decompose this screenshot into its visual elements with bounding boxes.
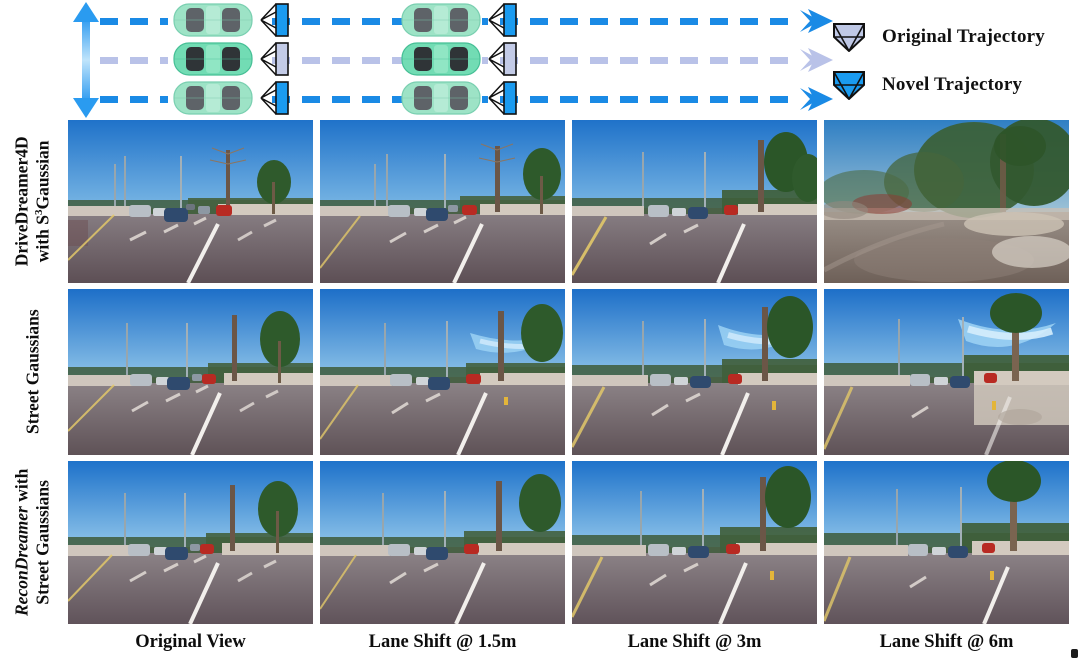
trajectory-dash-segment bbox=[100, 96, 168, 103]
trajectory-dash-segment bbox=[100, 57, 168, 64]
arrowhead-right-icon bbox=[800, 9, 833, 33]
trajectory-dash-segment bbox=[500, 57, 800, 64]
lane-top bbox=[100, 3, 833, 37]
trajectory-dash-segment bbox=[500, 96, 800, 103]
cell-recondreamer-shift-3m[interactable] bbox=[572, 461, 817, 624]
driving-scene-image-clean bbox=[320, 461, 565, 624]
column-caption-lane-shift-1p5m: Lane Shift @ 1.5m bbox=[368, 631, 517, 652]
legend-label: Novel Trajectory bbox=[882, 74, 1023, 95]
row-label-line1: DriveDreamer4D bbox=[11, 136, 32, 267]
cell-recondreamer-original-view[interactable] bbox=[68, 461, 313, 624]
car-top-view-icon bbox=[173, 42, 253, 76]
row-label-drivedreamer4d: DriveDreamer4D with S3Gaussian bbox=[0, 120, 66, 283]
page-corner-mark bbox=[1071, 649, 1078, 658]
cell-recondreamer-shift-1p5m[interactable] bbox=[320, 461, 565, 624]
camera-frustum-novel-icon bbox=[488, 81, 517, 115]
car-top-view-icon bbox=[173, 81, 253, 115]
legend: Original Trajectory Novel Trajectory bbox=[832, 10, 1080, 110]
cell-drivedreamer4d-shift-6m[interactable] bbox=[824, 120, 1069, 283]
cell-drivedreamer4d-original-view[interactable] bbox=[68, 120, 313, 283]
camera-frustum-original-icon bbox=[260, 42, 289, 76]
arrowhead-right-icon bbox=[800, 48, 833, 72]
row-label-line2: Street Gaussians bbox=[33, 480, 54, 605]
column-caption-lane-shift-3m: Lane Shift @ 3m bbox=[627, 631, 762, 652]
driving-scene-image bbox=[68, 289, 313, 455]
lane-middle bbox=[100, 42, 833, 76]
legend-item-novel-trajectory: Novel Trajectory bbox=[832, 70, 1022, 100]
camera-frustum-novel-icon bbox=[488, 3, 517, 37]
cell-street-gaussians-shift-1p5m[interactable] bbox=[320, 289, 565, 455]
driving-scene-image bbox=[68, 461, 313, 624]
cell-drivedreamer4d-shift-1p5m[interactable] bbox=[320, 120, 565, 283]
cell-street-gaussians-shift-3m[interactable] bbox=[572, 289, 817, 455]
camera-frustum-icon bbox=[833, 71, 865, 100]
row-label-street-gaussians: Street Gaussians bbox=[0, 289, 66, 455]
driving-scene-image bbox=[68, 120, 313, 283]
driving-scene-image bbox=[572, 120, 817, 283]
camera-frustum-original-icon bbox=[488, 42, 517, 76]
row-label-line2: with S3Gaussian bbox=[33, 140, 53, 263]
driving-scene-image-clean bbox=[824, 461, 1069, 624]
trajectory-dash-segment bbox=[500, 18, 800, 25]
driving-scene-image-degraded bbox=[824, 120, 1069, 283]
cell-street-gaussians-original-view[interactable] bbox=[68, 289, 313, 455]
car-top-view-icon bbox=[173, 3, 253, 37]
driving-scene-image-clean bbox=[572, 461, 817, 624]
legend-label: Original Trajectory bbox=[882, 26, 1045, 47]
driving-scene-image bbox=[320, 120, 565, 283]
camera-frustum-novel-icon bbox=[260, 3, 289, 37]
arrowhead-right-icon bbox=[800, 87, 833, 111]
lane-bottom bbox=[100, 81, 833, 115]
row-label-line1: ReconDreamer with bbox=[11, 468, 32, 617]
lane-shift-range-arrow bbox=[73, 2, 99, 118]
driving-scene-image-artifact bbox=[320, 289, 565, 455]
comparison-image-grid bbox=[68, 120, 1069, 624]
driving-scene-image-artifact bbox=[572, 289, 817, 455]
car-top-view-icon bbox=[401, 42, 481, 76]
legend-item-original-trajectory: Original Trajectory bbox=[832, 22, 1045, 52]
cell-recondreamer-shift-6m[interactable] bbox=[824, 461, 1069, 624]
cell-drivedreamer4d-shift-3m[interactable] bbox=[572, 120, 817, 283]
cell-street-gaussians-shift-6m[interactable] bbox=[824, 289, 1069, 455]
trajectory-dash-segment bbox=[100, 18, 168, 25]
column-caption-original-view: Original View bbox=[135, 631, 246, 652]
row-label-line1: Street Gaussians bbox=[22, 309, 43, 435]
column-caption-lane-shift-6m: Lane Shift @ 6m bbox=[879, 631, 1014, 652]
car-top-view-icon bbox=[401, 81, 481, 115]
camera-frustum-icon bbox=[833, 23, 865, 52]
row-label-recondreamer: ReconDreamer with Street Gaussians bbox=[0, 461, 66, 624]
camera-frustum-novel-icon bbox=[260, 81, 289, 115]
car-top-view-icon bbox=[401, 3, 481, 37]
driving-scene-image-artifact bbox=[824, 289, 1069, 455]
